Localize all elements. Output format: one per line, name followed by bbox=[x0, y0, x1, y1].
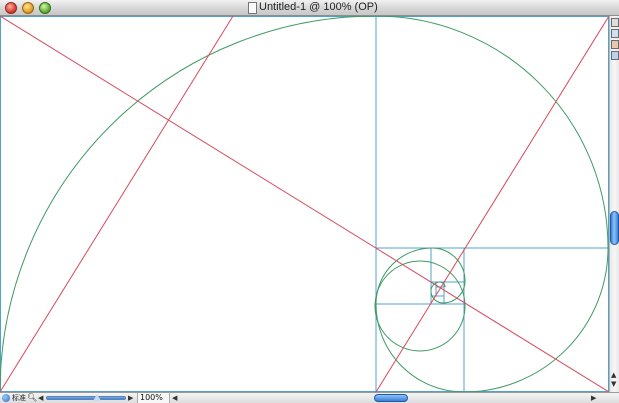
secondary-diagonal bbox=[375, 16, 609, 392]
magnifier-icon[interactable]: 🔍︎ bbox=[27, 393, 37, 403]
color-mode-icon[interactable] bbox=[2, 394, 10, 402]
zoom-out-arrow[interactable]: ◀ bbox=[38, 393, 43, 403]
close-button[interactable] bbox=[5, 2, 17, 14]
scroll-left-arrow[interactable]: ◀ bbox=[172, 393, 177, 403]
scroll-right-arrow[interactable]: ▶ bbox=[591, 393, 596, 403]
document-icon bbox=[248, 2, 257, 14]
zoom-button[interactable] bbox=[39, 2, 51, 14]
spiral-arc bbox=[463, 247, 609, 392]
spiral-arc bbox=[0, 16, 377, 392]
title-bar[interactable]: Untitled-1 @ 100% (OP) bbox=[0, 0, 619, 16]
vertical-scroll-thumb[interactable] bbox=[610, 211, 619, 245]
drawing-canvas[interactable] bbox=[0, 16, 609, 392]
vertical-scrollbar[interactable]: ▲ ▼ bbox=[609, 16, 619, 392]
status-bar: 标准 🔍︎ ◀ ▶ 100% ◀ ▶ bbox=[0, 392, 619, 403]
diagonal-lines bbox=[0, 16, 609, 392]
zoom-slider[interactable] bbox=[46, 396, 126, 400]
zoom-level-field[interactable]: 100% bbox=[137, 393, 170, 403]
horizontal-scroll-thumb[interactable] bbox=[374, 394, 408, 402]
scroll-down-arrow[interactable]: ▼ bbox=[611, 381, 616, 388]
spiral-arc bbox=[375, 16, 609, 249]
ruler-icon[interactable] bbox=[611, 18, 619, 27]
document-window: Untitled-1 @ 100% (OP) ▲ ▼ 标准 🔍︎ ◀ ▶ 100… bbox=[0, 0, 619, 403]
mode-label[interactable]: 标准 bbox=[12, 393, 26, 403]
secondary-diagonal bbox=[0, 16, 234, 392]
zoom-in-arrow[interactable]: ▶ bbox=[128, 393, 133, 403]
artwork bbox=[0, 16, 609, 392]
layer-icon[interactable] bbox=[611, 40, 619, 49]
spiral-arc bbox=[375, 247, 433, 305]
minimize-button[interactable] bbox=[22, 2, 34, 14]
main-diagonal bbox=[0, 16, 609, 392]
spiral-closure bbox=[376, 250, 464, 348]
grid-icon[interactable] bbox=[611, 29, 619, 38]
window-title: Untitled-1 @ 100% (OP) bbox=[259, 1, 378, 13]
zoom-slider-knob[interactable] bbox=[93, 394, 101, 401]
star-icon[interactable] bbox=[611, 51, 619, 60]
inner-spiral-circle bbox=[374, 260, 466, 352]
scroll-up-arrow[interactable]: ▲ bbox=[611, 372, 616, 379]
horizontal-scrollbar[interactable]: ◀ ▶ bbox=[171, 393, 609, 403]
